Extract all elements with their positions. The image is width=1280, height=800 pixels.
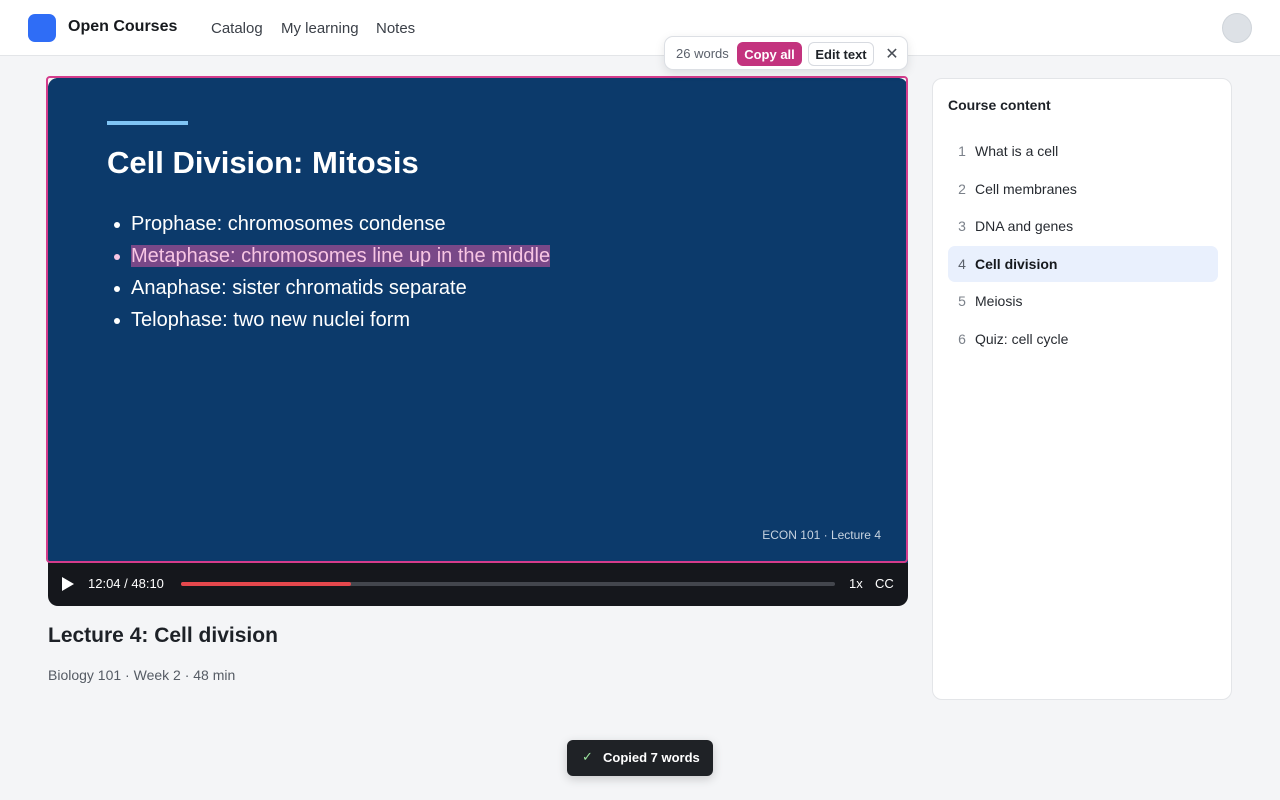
lesson-item[interactable]: 2 Cell membranes: [948, 171, 1218, 207]
nav-my-learning[interactable]: My learning: [281, 20, 359, 37]
lecture-meta: Biology 101 · Week 2 · 48 min: [48, 667, 236, 683]
lecture-slide: Cell Division: Mitosis Prophase: chromos…: [48, 78, 908, 563]
copied-toast: ✓ Copied 7 words: [567, 740, 713, 776]
lesson-item[interactable]: 5 Meiosis: [948, 283, 1218, 319]
lesson-label: Cell membranes: [975, 180, 1077, 197]
lesson-item[interactable]: 6 Quiz: cell cycle: [948, 321, 1218, 357]
slide-bullet[interactable]: Telophase: two new nuclei form: [112, 306, 550, 338]
slide-bullet[interactable]: Prophase: chromosomes condense: [112, 210, 550, 242]
lesson-number: 4: [958, 255, 966, 272]
progress-fill: [181, 582, 352, 586]
brand-logo[interactable]: [28, 14, 56, 42]
course-content-title: Course content: [948, 97, 1051, 113]
course-content-panel: Course content 1 What is a cell 2 Cell memb…: [932, 78, 1232, 700]
playback-time: 12:04 / 48:10: [88, 576, 164, 591]
lesson-number: 3: [958, 218, 966, 235]
progress-bar[interactable]: [181, 582, 835, 586]
top-navigation: Open Courses Catalog My learning Notes: [0, 0, 1280, 56]
captions-button[interactable]: CC: [875, 576, 894, 591]
player-controls: 12:04 / 48:10 1x CC: [48, 563, 908, 606]
speed-button[interactable]: 1x: [849, 576, 863, 591]
slide-footer: ECON 101 · Lecture 4: [762, 528, 881, 542]
copy-all-button[interactable]: Copy all: [737, 42, 802, 66]
slide-bullet-selected[interactable]: Metaphase: chromosomes line up in the mi…: [112, 242, 551, 274]
lesson-label: Cell division: [975, 255, 1058, 272]
word-count: 26 words: [676, 46, 729, 61]
lecture-title: Lecture 4: Cell division: [48, 624, 278, 647]
check-icon: ✓: [582, 750, 593, 765]
nav-catalog[interactable]: Catalog: [211, 20, 263, 37]
lesson-number: 2: [958, 180, 966, 197]
video-player[interactable]: Cell Division: Mitosis Prophase: chromos…: [48, 78, 908, 606]
nav-notes[interactable]: Notes: [376, 20, 415, 37]
lesson-number: 5: [958, 293, 966, 310]
user-avatar[interactable]: [1222, 13, 1252, 43]
toast-message: Copied 7 words: [603, 750, 700, 765]
slide-bullet[interactable]: Anaphase: sister chromatids separate: [112, 274, 550, 306]
lesson-item[interactable]: 3 DNA and genes: [948, 208, 1218, 244]
play-icon[interactable]: [62, 577, 74, 591]
slide-bullet-list: Prophase: chromosomes condense Metaphase…: [112, 210, 551, 338]
close-icon[interactable]: ✕: [882, 43, 902, 65]
lesson-item[interactable]: 1 What is a cell: [948, 133, 1218, 169]
lesson-label: DNA and genes: [975, 218, 1074, 235]
brand-name[interactable]: Open Courses: [68, 18, 177, 36]
lesson-label: What is a cell: [975, 143, 1059, 159]
lesson-label: Quiz: cell cycle: [975, 331, 1069, 347]
text-selection-toolbar: 26 words Copy all Edit text ✕: [664, 36, 908, 70]
slide-accent-bar: [107, 121, 188, 125]
edit-text-button[interactable]: Edit text: [808, 42, 874, 66]
lesson-label: Meiosis: [975, 293, 1023, 310]
slide-title: Cell Division: Mitosis: [107, 145, 419, 180]
lesson-number: 1: [958, 143, 966, 159]
lesson-number: 6: [958, 331, 966, 347]
lesson-item[interactable]: 4 Cell division: [948, 245, 1218, 282]
